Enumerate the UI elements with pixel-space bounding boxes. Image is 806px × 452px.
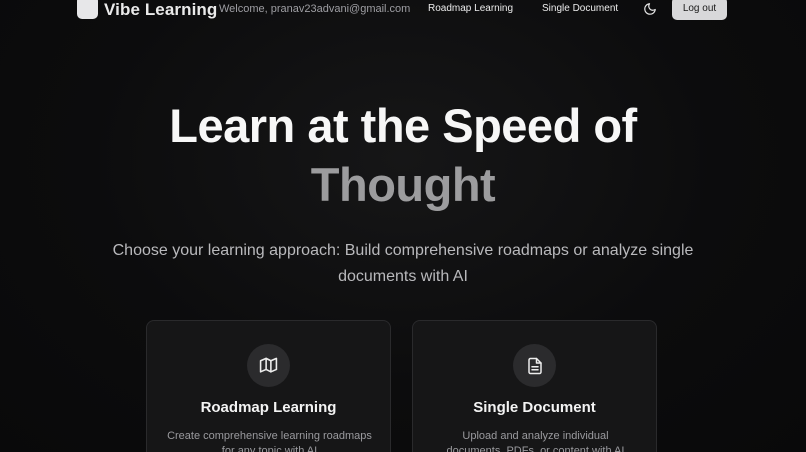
- card-description: Create comprehensive learning roadmaps f…: [167, 430, 372, 452]
- top-nav-bar: Vibe Learning Welcome, pranav23advani@gm…: [0, 0, 806, 20]
- moon-icon: [644, 3, 656, 15]
- brand-name[interactable]: Vibe Learning: [104, 0, 217, 20]
- hero-title: Learn at the Speed of: [169, 99, 637, 152]
- theme-toggle-button[interactable]: [643, 2, 657, 16]
- roadmap-learning-card[interactable]: Roadmap Learning Create comprehensive le…: [146, 320, 391, 452]
- welcome-text: Welcome, pranav23advani@gmail.com: [219, 3, 411, 15]
- card-icon-circle: [247, 344, 290, 387]
- logo-icon[interactable]: [77, 0, 98, 19]
- single-document-card[interactable]: Single Document Upload and analyze indiv…: [412, 320, 657, 452]
- nav-roadmap-learning[interactable]: Roadmap Learning: [428, 3, 513, 14]
- hero-title-highlight: Thought: [310, 158, 496, 211]
- nav-single-document[interactable]: Single Document: [542, 3, 618, 14]
- card-icon-circle: [513, 344, 556, 387]
- card-description: Upload and analyze individual documents,…: [446, 430, 625, 452]
- map-icon: [259, 357, 278, 373]
- hero-subtitle: Choose your learning approach: Build com…: [112, 242, 694, 285]
- card-title: Roadmap Learning: [200, 399, 337, 416]
- file-text-icon: [527, 357, 542, 374]
- logout-button[interactable]: Log out: [672, 0, 727, 20]
- card-title: Single Document: [473, 399, 596, 416]
